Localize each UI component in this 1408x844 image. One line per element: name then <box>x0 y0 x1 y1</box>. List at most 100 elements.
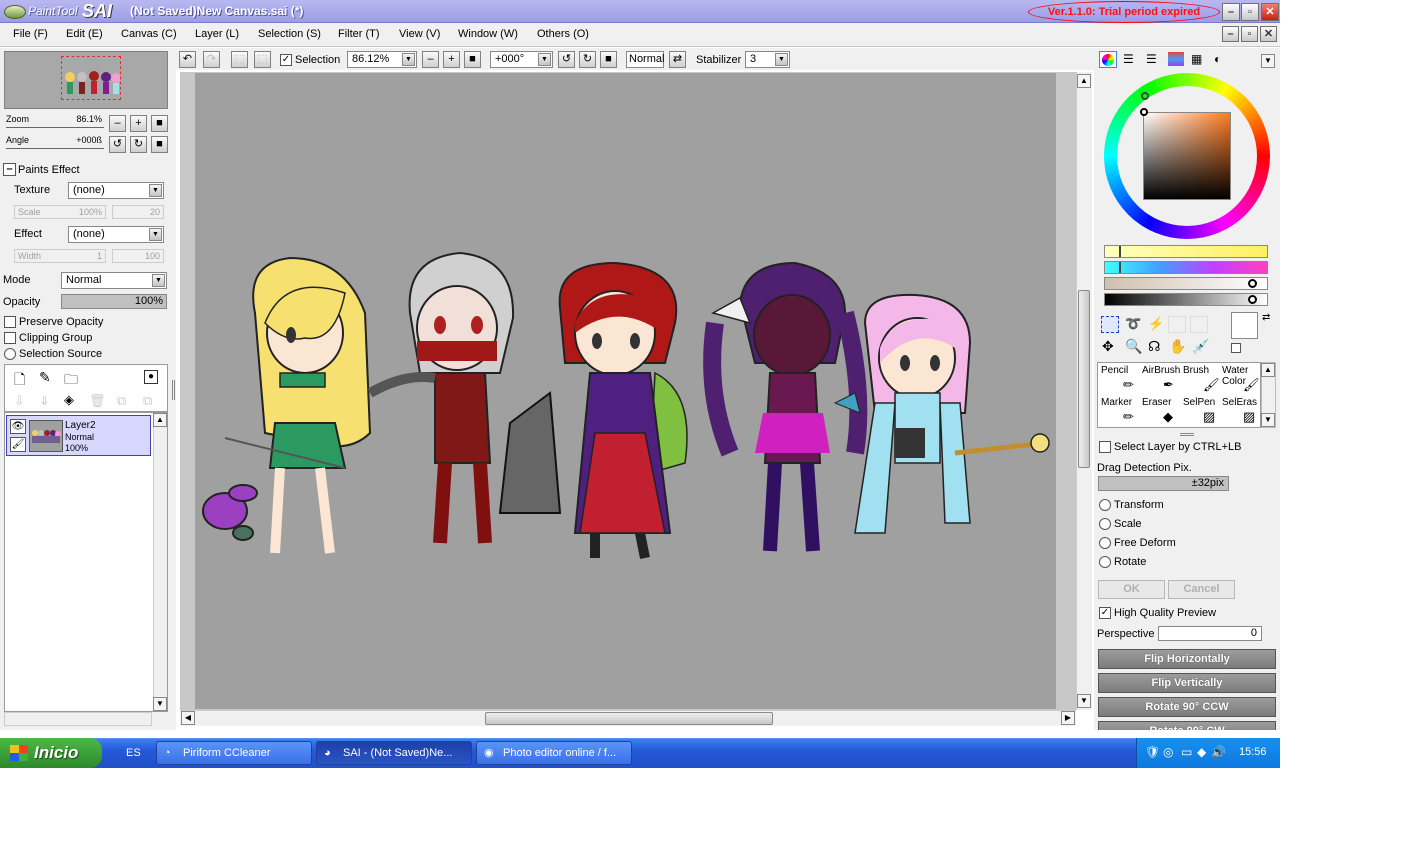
new-folder-icon[interactable]: 🗀 <box>64 369 78 393</box>
menu-filter[interactable]: Filter (T) <box>338 28 380 40</box>
invert-selection-button[interactable]: ⬚ <box>254 51 271 68</box>
tool-pencil[interactable]: Pencil <box>1101 365 1128 376</box>
color-wheel-tab-icon[interactable] <box>1099 51 1117 68</box>
scale-radio[interactable] <box>1099 518 1111 530</box>
scroll-up-icon[interactable]: ▲ <box>1077 74 1091 88</box>
canvas-hscroll-thumb[interactable] <box>485 712 773 725</box>
scale-number[interactable]: 20 <box>112 205 164 219</box>
select-layer-checkbox[interactable] <box>1099 441 1111 453</box>
merge-visible-icon[interactable]: ⧉ <box>117 393 126 409</box>
toolbar-zoom-in-button[interactable]: + <box>443 51 460 68</box>
task-ccleaner[interactable]: ◔ Piriform CCleaner <box>156 741 312 765</box>
delete-layer-icon[interactable]: 🗑 <box>89 393 106 409</box>
scroll-down-icon[interactable]: ▼ <box>1077 694 1091 708</box>
flip-horizontally-button[interactable]: Flip Horizontally <box>1098 649 1276 669</box>
toolbar-zoom-out-button[interactable]: – <box>422 51 439 68</box>
zoom-in-button[interactable]: + <box>130 115 147 132</box>
scroll-left-icon[interactable]: ◀ <box>181 711 195 725</box>
eye-icon[interactable]: 👁 <box>10 419 26 434</box>
move-tool-icon[interactable]: ✥ <box>1102 338 1114 355</box>
rgb-sliders-tab-icon[interactable]: ☰ <box>1123 52 1134 66</box>
minimize-button[interactable]: – <box>1222 3 1240 21</box>
panel-splitter[interactable] <box>1180 433 1194 436</box>
free-deform-radio[interactable] <box>1099 537 1111 549</box>
ok-button[interactable]: OK <box>1098 580 1165 599</box>
width-slider[interactable]: Width 1 <box>14 249 106 263</box>
close-button[interactable]: ✕ <box>1261 3 1279 21</box>
deselect-button[interactable]: ⬚ <box>231 51 248 68</box>
app-tray-icon[interactable]: ◆ <box>1197 745 1206 759</box>
cancel-button[interactable]: Cancel <box>1168 580 1235 599</box>
color-slider-3[interactable] <box>1104 277 1268 290</box>
width-number[interactable]: 100 <box>112 249 164 263</box>
effect-select[interactable]: (none) ▼ <box>68 226 164 243</box>
select-tool-icon[interactable] <box>1101 316 1119 333</box>
clipping-group-checkbox[interactable] <box>4 332 16 344</box>
rotate-left-button[interactable]: ↺ <box>109 136 126 153</box>
scroll-down-icon[interactable]: ▼ <box>153 697 167 711</box>
hsv-sliders-tab-icon[interactable]: ☰ <box>1146 52 1157 66</box>
zoom-reset-button[interactable]: ■ <box>151 115 168 132</box>
layer-scrollbar[interactable] <box>153 413 167 711</box>
new-linework-layer-icon[interactable]: ✎ <box>39 369 51 386</box>
scratchpad-tab-icon[interactable]: ◐ <box>1214 52 1221 66</box>
scroll-down-icon[interactable]: ▼ <box>1261 413 1275 427</box>
flip-vertically-button[interactable]: Flip Vertically <box>1098 673 1276 693</box>
tool-marker[interactable]: Marker <box>1101 397 1132 408</box>
lasso-tool-icon[interactable]: ➰ <box>1125 316 1141 332</box>
tool-seleras[interactable]: SelEras <box>1222 397 1257 408</box>
texture-select[interactable]: (none) ▼ <box>68 182 164 199</box>
layer-mask-icon[interactable]: ● <box>144 370 158 384</box>
menu-view[interactable]: View (V) <box>399 28 440 40</box>
toolbar-rotate-reset-button[interactable]: ■ <box>600 51 617 68</box>
navigator[interactable] <box>4 51 168 109</box>
color-slider-1[interactable] <box>1104 245 1268 258</box>
toolbar-rotate-left-button[interactable]: ↺ <box>558 51 575 68</box>
layer-hscrollbar[interactable] <box>4 712 152 726</box>
task-sai[interactable]: ◕ SAI - (Not Saved)Ne... <box>316 741 472 765</box>
stabilizer-select[interactable]: 3 ▼ <box>745 51 790 68</box>
hue-picker-handle[interactable] <box>1141 92 1149 100</box>
color-slider-4[interactable] <box>1104 293 1268 306</box>
color-slider-2[interactable] <box>1104 261 1268 274</box>
language-indicator[interactable]: ES <box>126 747 141 759</box>
undo-button[interactable]: ↶ <box>179 51 196 68</box>
opacity-slider[interactable]: 100% <box>61 294 167 309</box>
menu-layer[interactable]: Layer (L) <box>195 28 239 40</box>
shield-icon[interactable]: 🛡 <box>1145 745 1160 759</box>
tool-airbrush[interactable]: AirBrush <box>1142 365 1180 376</box>
doc-minimize-button[interactable]: – <box>1222 26 1239 42</box>
rotate-cw-button[interactable]: Rotate 90° CW <box>1098 721 1276 730</box>
transform-radio[interactable] <box>1099 499 1111 511</box>
saturation-value-square[interactable] <box>1143 112 1231 200</box>
swap-colors-icon[interactable]: ⇄ <box>1262 312 1270 323</box>
menu-others[interactable]: Others (O) <box>537 28 589 40</box>
rotate-tool-icon[interactable]: ☊ <box>1148 338 1160 355</box>
perspective-input[interactable]: 0 <box>1158 626 1262 641</box>
security-icon[interactable]: ◎ <box>1163 745 1173 759</box>
selection-source-radio[interactable] <box>4 348 16 360</box>
new-layer-icon[interactable]: 🗋 <box>14 369 25 393</box>
toolbar-zoom-reset-button[interactable]: ■ <box>464 51 481 68</box>
tool-eraser[interactable]: Eraser <box>1142 397 1171 408</box>
scroll-right-icon[interactable]: ▶ <box>1061 711 1075 725</box>
toolbar-angle-select[interactable]: +000° ▼ <box>490 51 553 68</box>
rotate-radio[interactable] <box>1099 556 1111 568</box>
maximize-button[interactable]: ▫ <box>1241 3 1259 21</box>
collapse-icon[interactable]: – <box>3 163 16 176</box>
angle-slider[interactable]: Angle +000ß <box>6 135 104 149</box>
sv-picker-handle[interactable] <box>1140 108 1148 116</box>
hand-tool-icon[interactable]: ✋ <box>1169 338 1186 355</box>
menu-selection[interactable]: Selection (S) <box>258 28 321 40</box>
toolbar-zoom-select[interactable]: 86.12% ▼ <box>347 51 417 68</box>
merge-down-icon[interactable]: ⇓ <box>39 393 50 409</box>
panel-splitter[interactable] <box>172 380 175 400</box>
toolbar-rotate-right-button[interactable]: ↻ <box>579 51 596 68</box>
magic-wand-icon[interactable]: ⚡ <box>1148 316 1164 332</box>
transfer-down-icon[interactable]: ⇩ <box>14 393 25 409</box>
preserve-opacity-checkbox[interactable] <box>4 316 16 328</box>
drag-detection-slider[interactable]: ±32pix <box>1098 476 1229 491</box>
redo-button[interactable]: ↷ <box>203 51 220 68</box>
drawing-canvas[interactable] <box>195 73 1056 709</box>
menu-file[interactable]: File (F) <box>13 28 48 40</box>
